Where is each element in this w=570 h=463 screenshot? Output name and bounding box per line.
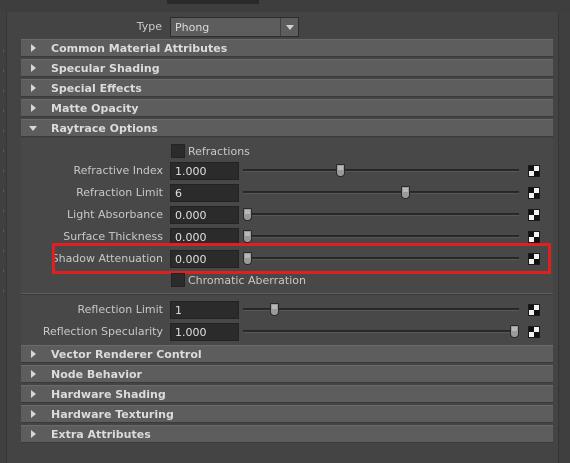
map-button-icon[interactable]	[528, 326, 540, 338]
section-label: Specular Shading	[51, 62, 160, 75]
section-label: Special Effects	[51, 82, 142, 95]
collapse-arrow-icon	[29, 126, 37, 131]
field-value: 0.000	[175, 209, 207, 222]
expand-arrow-icon	[31, 430, 36, 438]
surface-thickness-label: Surface Thickness	[63, 230, 163, 243]
refractions-checkbox[interactable]	[171, 144, 185, 158]
dropdown-arrow-icon[interactable]	[280, 18, 298, 36]
section-label: Hardware Texturing	[51, 408, 174, 421]
map-button-icon[interactable]	[528, 165, 540, 177]
grip-dot	[3, 190, 4, 192]
expand-arrow-icon	[31, 410, 36, 418]
grip-dot	[3, 170, 4, 172]
reflection-limit-slider-handle[interactable]	[270, 303, 279, 316]
expand-arrow-icon	[31, 84, 36, 92]
grip-dot	[3, 290, 4, 292]
map-button-icon[interactable]	[528, 304, 540, 316]
section-label: Vector Renderer Control	[51, 348, 202, 361]
grip-dot	[3, 210, 4, 212]
expand-arrow-icon	[31, 44, 36, 52]
section-common-material-attributes[interactable]: Common Material Attributes	[21, 39, 553, 57]
expand-arrow-icon	[31, 64, 36, 72]
map-button-icon[interactable]	[528, 231, 540, 243]
field-value: 1	[175, 304, 182, 317]
grip-dot	[3, 250, 4, 252]
light-absorbance-slider-handle[interactable]	[243, 208, 252, 221]
reflection-limit-label: Reflection Limit	[77, 303, 164, 316]
reflection-specularity-slider-handle[interactable]	[510, 325, 519, 338]
reflection-specularity-slider-track[interactable]	[243, 330, 519, 333]
light-absorbance-field[interactable]: 0.000	[170, 206, 239, 224]
top-tab[interactable]	[167, 0, 259, 4]
section-node-behavior[interactable]: Node Behavior	[21, 365, 553, 383]
grip-dot	[3, 70, 4, 72]
section-hardware-texturing[interactable]: Hardware Texturing	[21, 405, 553, 423]
highlight-box	[52, 243, 551, 274]
grip-dot	[3, 110, 4, 112]
type-dropdown-value: Phong	[175, 21, 210, 34]
refraction-limit-slider-handle[interactable]	[401, 186, 410, 199]
section-specular-shading[interactable]: Specular Shading	[21, 59, 553, 77]
section-hardware-shading[interactable]: Hardware Shading	[21, 385, 553, 403]
reflection-specularity-label: Reflection Specularity	[42, 325, 163, 338]
refraction-limit-label: Refraction Limit	[76, 186, 163, 199]
section-vector-renderer-control[interactable]: Vector Renderer Control	[21, 345, 553, 363]
section-extra-attributes[interactable]: Extra Attributes	[21, 425, 553, 443]
field-value: 1.000	[175, 326, 207, 339]
section-label: Common Material Attributes	[51, 42, 228, 55]
light-absorbance-label: Light Absorbance	[67, 208, 163, 221]
refractions-label: Refractions	[188, 145, 250, 158]
section-label: Matte Opacity	[51, 102, 139, 115]
reflection-specularity-field[interactable]: 1.000	[170, 323, 239, 341]
refraction-limit-slider-track[interactable]	[243, 191, 519, 194]
section-label: Raytrace Options	[51, 122, 158, 135]
field-value: 1.000	[175, 165, 207, 178]
grip-dot	[3, 130, 4, 132]
surface-thickness-slider-track[interactable]	[243, 235, 519, 238]
grip-dot	[3, 230, 4, 232]
refractive-index-slider-track[interactable]	[243, 169, 519, 172]
refractive-index-label: Refractive Index	[73, 164, 163, 177]
light-absorbance-slider-track[interactable]	[243, 213, 519, 216]
grip-dot	[3, 90, 4, 92]
section-special-effects[interactable]: Special Effects	[21, 79, 553, 97]
section-label: Hardware Shading	[51, 388, 166, 401]
field-value: 6	[175, 187, 182, 200]
top-strip	[0, 0, 570, 12]
grip-dot	[3, 50, 4, 52]
section-label: Node Behavior	[51, 368, 142, 381]
expand-arrow-icon	[31, 104, 36, 112]
separator	[21, 294, 553, 295]
expand-arrow-icon	[31, 390, 36, 398]
map-button-icon[interactable]	[528, 209, 540, 221]
type-dropdown[interactable]: Phong	[170, 17, 299, 37]
left-splitter[interactable]	[0, 12, 7, 463]
chromatic-aberration-label: Chromatic Aberration	[188, 274, 306, 287]
refractive-index-field[interactable]: 1.000	[170, 162, 239, 180]
vertical-scrollbar[interactable]	[558, 12, 570, 463]
expand-arrow-icon	[31, 350, 36, 358]
section-label: Extra Attributes	[51, 428, 151, 441]
surface-thickness-slider-handle[interactable]	[243, 230, 252, 243]
chromatic-aberration-checkbox[interactable]	[171, 273, 185, 287]
expand-arrow-icon	[31, 370, 36, 378]
map-button-icon[interactable]	[528, 187, 540, 199]
refraction-limit-field[interactable]: 6	[170, 184, 239, 202]
refractive-index-slider-handle[interactable]	[336, 164, 345, 177]
reflection-limit-field[interactable]: 1	[170, 301, 239, 319]
grip-dot	[3, 270, 4, 272]
type-label: Type	[136, 20, 162, 33]
section-raytrace-options[interactable]: Raytrace Options	[21, 119, 553, 137]
grip-dot	[3, 150, 4, 152]
section-matte-opacity[interactable]: Matte Opacity	[21, 99, 553, 117]
reflection-limit-slider-track[interactable]	[243, 308, 519, 311]
